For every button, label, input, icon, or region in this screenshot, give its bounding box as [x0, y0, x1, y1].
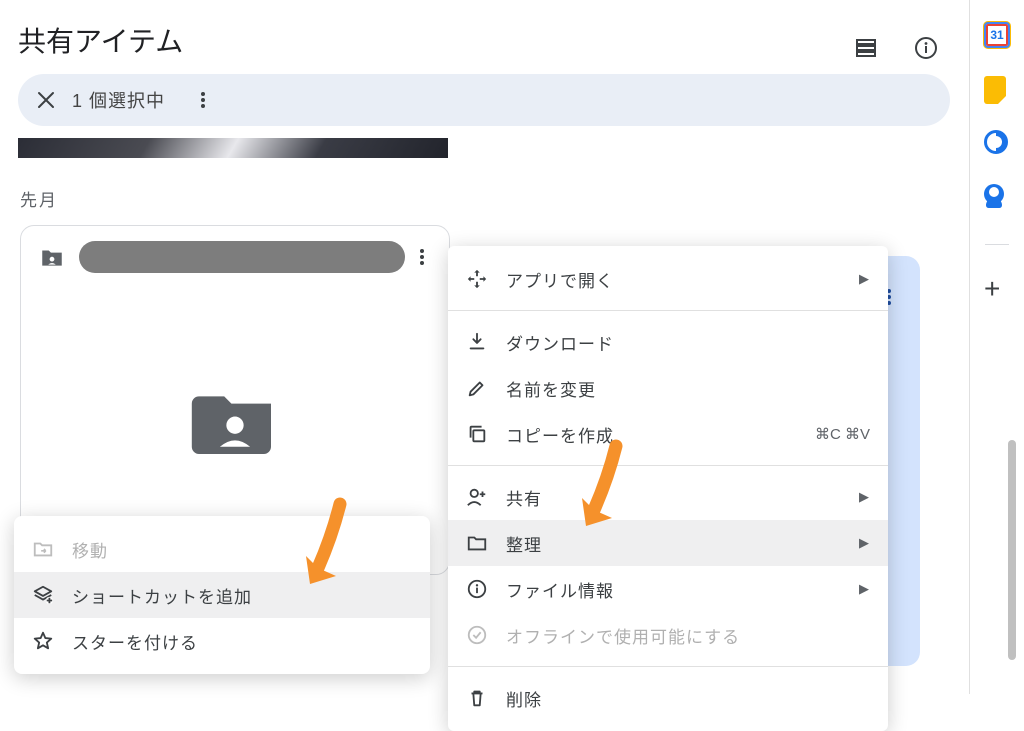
delete-icon	[466, 687, 488, 709]
copy-icon	[466, 423, 488, 445]
info-button[interactable]	[906, 28, 946, 68]
section-label-last-month: 先月	[0, 158, 968, 225]
thumbnail-strip	[18, 138, 950, 158]
menu-item-shortcut: ⌘C ⌘V	[815, 425, 870, 443]
star-icon	[32, 630, 54, 652]
header-actions	[846, 28, 946, 68]
contacts-app-button[interactable]	[984, 184, 1010, 210]
calendar-app-button[interactable]: 31	[984, 22, 1010, 48]
submenu-item-star[interactable]: スターを付ける	[14, 618, 430, 664]
thumbnail-preview[interactable]	[18, 138, 448, 158]
menu-item-label: ファイル情報	[506, 577, 859, 602]
menu-item-make-copy[interactable]: コピーを作成 ⌘C ⌘V	[448, 411, 888, 457]
chevron-right-icon: ▶	[859, 535, 870, 551]
menu-item-file-info[interactable]: ファイル情報 ▶	[448, 566, 888, 612]
file-card-title-redacted	[79, 241, 405, 273]
menu-item-offline: オフラインで使用可能にする	[448, 612, 888, 658]
organize-submenu: 移動 ショートカットを追加 スターを付ける	[14, 516, 430, 674]
calendar-icon: 31	[984, 22, 1010, 48]
menu-item-label: 移動	[72, 537, 412, 562]
sidepanel-separator	[985, 244, 1009, 245]
open-with-icon	[466, 268, 488, 290]
download-icon	[466, 331, 488, 353]
offline-icon	[466, 624, 488, 646]
menu-item-label: 共有	[506, 485, 859, 510]
menu-item-label: 整理	[506, 531, 859, 556]
google-side-panel: 31 +	[969, 0, 1024, 694]
menu-item-open-with[interactable]: アプリで開く ▶	[448, 256, 888, 302]
info-icon	[466, 578, 488, 600]
chevron-right-icon: ▶	[859, 581, 870, 597]
menu-separator	[448, 666, 888, 667]
selection-bar: 1 個選択中	[18, 74, 950, 126]
menu-item-label: ショートカットを追加	[72, 583, 412, 608]
get-addons-button[interactable]: +	[984, 273, 1010, 299]
menu-item-label: ダウンロード	[506, 330, 870, 355]
folder-icon	[466, 532, 488, 554]
menu-item-label: スターを付ける	[72, 629, 412, 654]
keep-icon	[984, 76, 1006, 104]
main-area: 共有アイテム 1 個選択中 先月	[0, 0, 968, 694]
menu-item-organize[interactable]: 整理 ▶	[448, 520, 888, 566]
edit-icon	[466, 377, 488, 399]
menu-item-share[interactable]: 共有 ▶	[448, 474, 888, 520]
more-vert-icon	[412, 247, 432, 267]
move-icon	[32, 538, 54, 560]
tasks-app-button[interactable]	[984, 130, 1010, 156]
sidepanel-scrollbar[interactable]	[1008, 440, 1016, 660]
menu-item-label: オフラインで使用可能にする	[506, 623, 870, 648]
contacts-icon	[984, 184, 1004, 204]
person-add-icon	[466, 486, 488, 508]
layout-toggle-button[interactable]	[846, 28, 886, 68]
page-title: 共有アイテム	[0, 0, 968, 74]
shared-folder-icon	[39, 244, 65, 270]
context-menu: アプリで開く ▶ ダウンロード 名前を変更 コピーを作成 ⌘C ⌘V 共有 ▶ …	[448, 246, 888, 731]
menu-item-label: 削除	[506, 686, 870, 711]
selection-close-button[interactable]	[26, 80, 66, 120]
file-card-more-button[interactable]	[405, 240, 439, 274]
more-vert-icon	[193, 90, 213, 110]
submenu-item-add-shortcut[interactable]: ショートカットを追加	[14, 572, 430, 618]
menu-item-delete[interactable]: 削除	[448, 675, 888, 721]
menu-separator	[448, 465, 888, 466]
info-icon	[914, 36, 938, 60]
file-card-header	[21, 226, 449, 288]
submenu-item-move: 移動	[14, 526, 430, 572]
chevron-right-icon: ▶	[859, 489, 870, 505]
plus-icon: +	[984, 273, 1010, 305]
keep-app-button[interactable]	[984, 76, 1010, 102]
selection-count-text: 1 個選択中	[72, 87, 165, 113]
list-layout-icon	[854, 36, 878, 60]
menu-item-download[interactable]: ダウンロード	[448, 319, 888, 365]
file-card-body	[21, 288, 449, 548]
menu-item-rename[interactable]: 名前を変更	[448, 365, 888, 411]
menu-item-label: アプリで開く	[506, 267, 859, 292]
menu-separator	[448, 310, 888, 311]
add-shortcut-icon	[32, 584, 54, 606]
menu-item-label: コピーを作成	[506, 422, 815, 447]
shared-folder-large-icon	[190, 382, 280, 454]
tasks-icon	[984, 130, 1008, 154]
close-icon	[36, 90, 56, 110]
selection-more-button[interactable]	[183, 80, 223, 120]
menu-item-label: 名前を変更	[506, 376, 870, 401]
chevron-right-icon: ▶	[859, 271, 870, 287]
